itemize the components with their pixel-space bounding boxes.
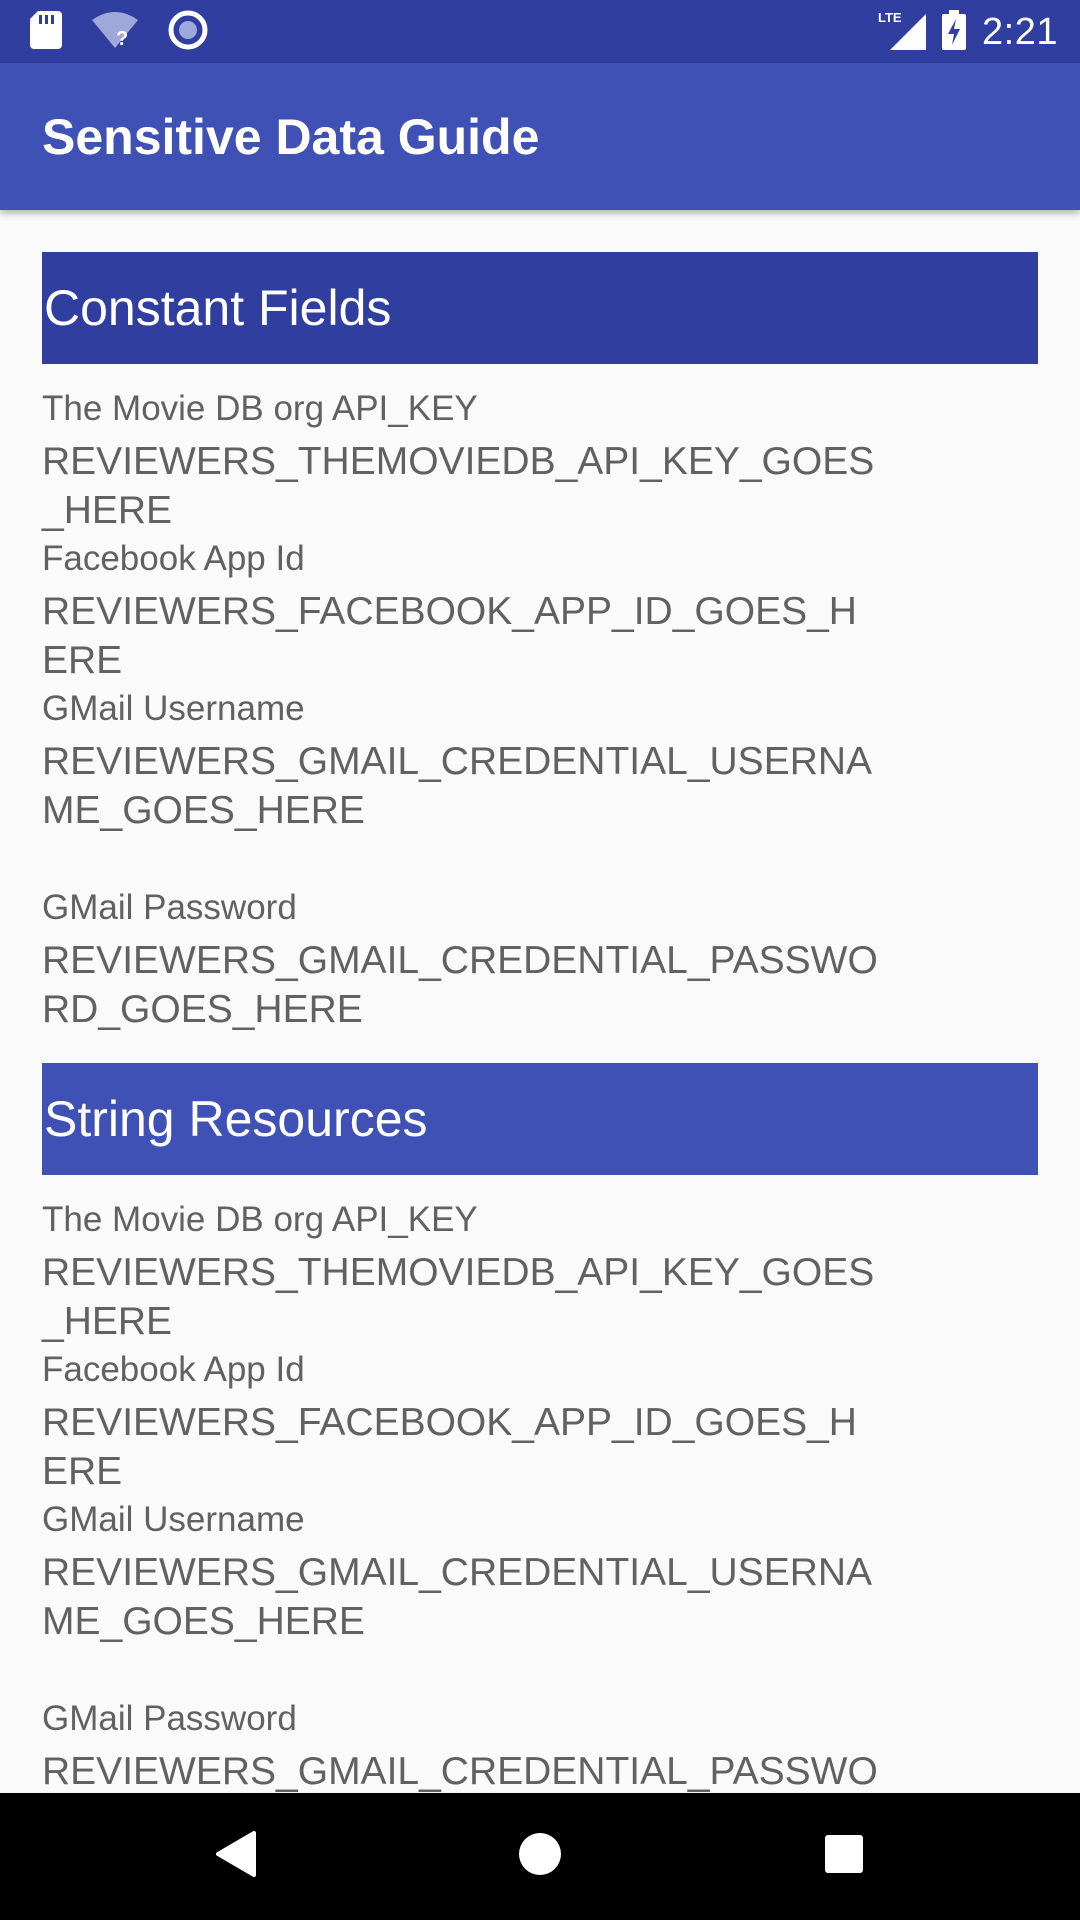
navigation-bar xyxy=(0,1793,1080,1920)
status-right-icons: LTE 2:21 xyxy=(878,8,1058,56)
field-label: Facebook App Id xyxy=(42,1350,305,1389)
field-value: REVIEWERS_GMAIL_CREDENTIAL_USERNAME_GOES… xyxy=(42,1551,873,1643)
app-title: Sensitive Data Guide xyxy=(42,109,540,165)
field-resource-api-key: The Movie DB org API_KEY REVIEWERS_THEMO… xyxy=(42,1198,882,1346)
field-value: REVIEWERS_THEMOVIEDB_API_KEY_GOES_HERE xyxy=(42,1251,875,1343)
field-value: REVIEWERS_THEMOVIEDB_API_KEY_GOES_HERE xyxy=(42,440,875,532)
circle-notification-icon xyxy=(168,10,208,55)
field-label: GMail Password xyxy=(42,1699,297,1738)
section-header-constant-fields: Constant Fields xyxy=(42,252,1038,364)
field-constant-gmail-username: GMail Username REVIEWERS_GMAIL_CREDENTIA… xyxy=(42,687,882,835)
field-value: REVIEWERS_GMAIL_CREDENTIAL_PASSWORD_GOES… xyxy=(42,939,878,1031)
field-constant-facebook-app-id: Facebook App Id REVIEWERS_FACEBOOK_APP_I… xyxy=(42,537,882,685)
wifi-unknown-icon: ? xyxy=(92,11,138,53)
sd-card-icon xyxy=(30,10,62,54)
lte-signal-icon: LTE xyxy=(878,10,927,55)
status-clock: 2:21 xyxy=(982,10,1058,53)
recents-icon xyxy=(824,1834,864,1879)
app-bar: Sensitive Data Guide xyxy=(0,63,1080,210)
svg-text:LTE: LTE xyxy=(878,10,902,25)
home-icon xyxy=(517,1831,563,1882)
back-icon xyxy=(214,1830,258,1883)
field-resource-gmail-password: GMail Password REVIEWERS_GMAIL_CREDENTIA… xyxy=(42,1697,882,1793)
status-left-icons: ? xyxy=(30,10,208,55)
svg-text:?: ? xyxy=(116,28,128,48)
field-label: GMail Username xyxy=(42,1500,305,1539)
battery-charging-icon xyxy=(942,9,967,55)
home-button[interactable] xyxy=(470,1793,610,1920)
field-resource-facebook-app-id: Facebook App Id REVIEWERS_FACEBOOK_APP_I… xyxy=(42,1348,882,1496)
field-label: The Movie DB org API_KEY xyxy=(42,1200,478,1239)
field-resource-gmail-username: GMail Username REVIEWERS_GMAIL_CREDENTIA… xyxy=(42,1498,882,1646)
field-constant-gmail-password: GMail Password REVIEWERS_GMAIL_CREDENTIA… xyxy=(42,886,882,1034)
section-header-string-resources: String Resources xyxy=(42,1063,1038,1175)
field-value: REVIEWERS_GMAIL_CREDENTIAL_PASSWORD_GOES… xyxy=(42,1750,878,1793)
field-value: REVIEWERS_FACEBOOK_APP_ID_GOES_HERE xyxy=(42,590,857,682)
status-bar: ? LTE 2:21 xyxy=(0,0,1080,63)
content-scroll[interactable]: Constant Fields The Movie DB org API_KEY… xyxy=(0,210,1080,1793)
back-button[interactable] xyxy=(166,1793,306,1920)
field-value: REVIEWERS_GMAIL_CREDENTIAL_USERNAME_GOES… xyxy=(42,740,873,832)
field-label: GMail Password xyxy=(42,888,297,927)
field-value: REVIEWERS_FACEBOOK_APP_ID_GOES_HERE xyxy=(42,1401,857,1493)
field-label: Facebook App Id xyxy=(42,539,305,578)
recents-button[interactable] xyxy=(774,1793,914,1920)
field-constant-api-key: The Movie DB org API_KEY REVIEWERS_THEMO… xyxy=(42,387,882,535)
field-label: GMail Username xyxy=(42,689,305,728)
field-label: The Movie DB org API_KEY xyxy=(42,389,478,428)
